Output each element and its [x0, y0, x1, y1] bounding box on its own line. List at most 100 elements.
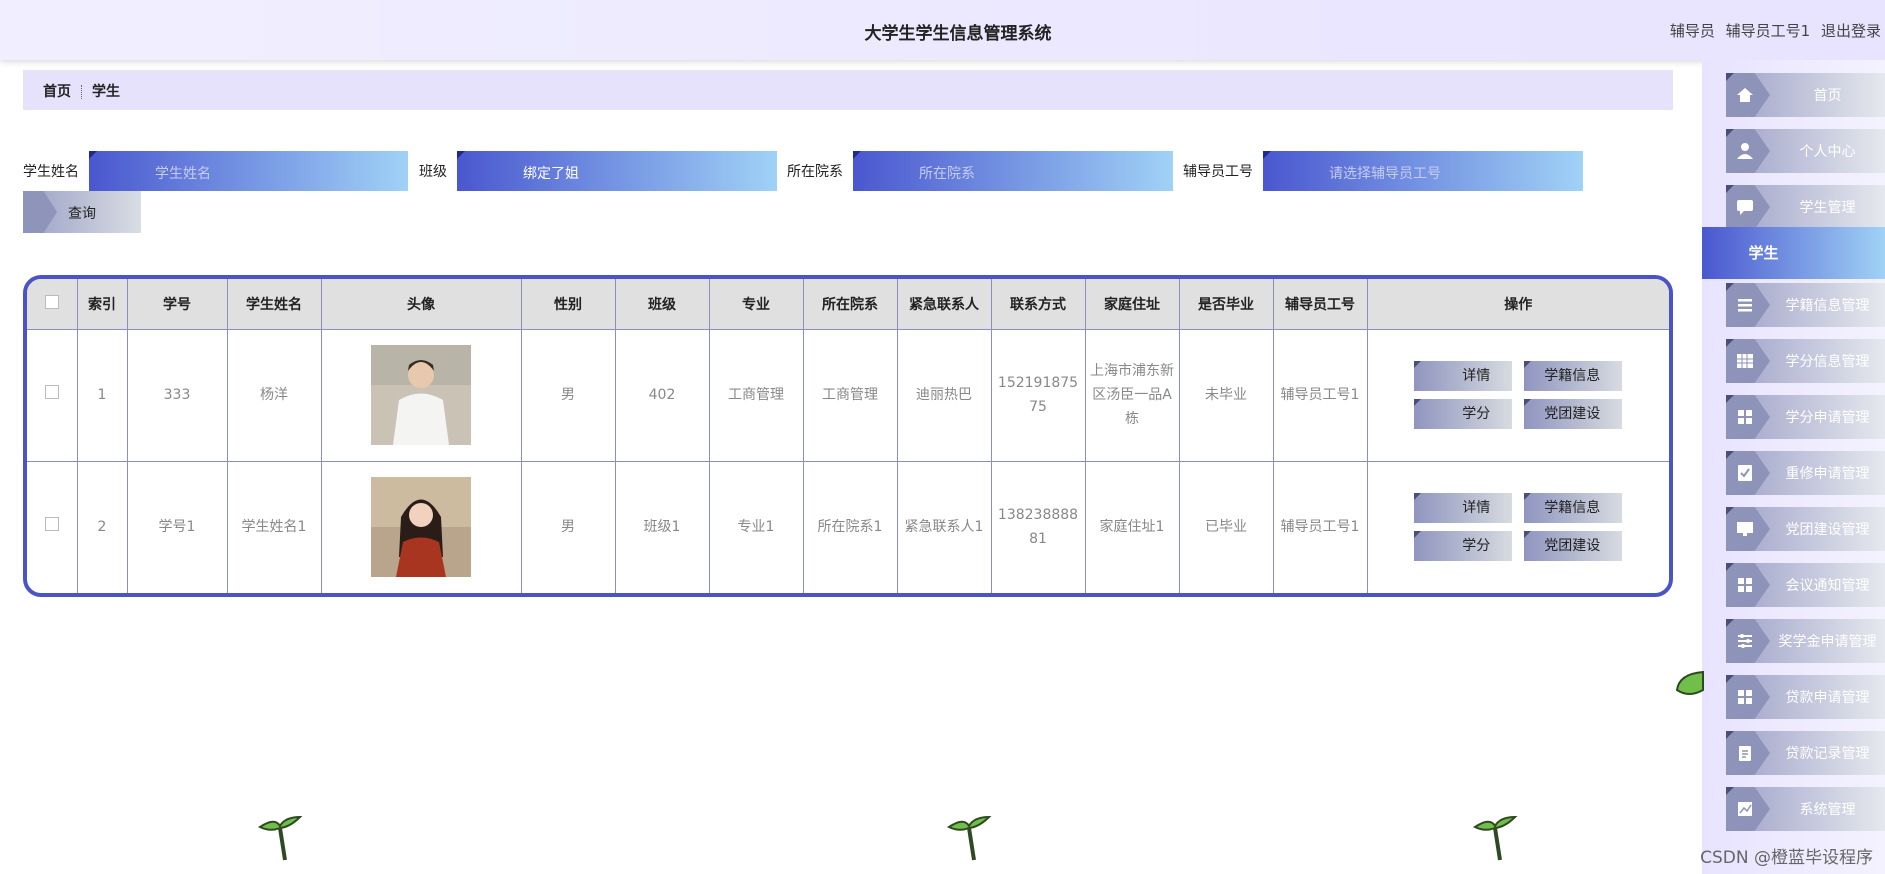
column-header: 操作 — [1367, 279, 1669, 330]
party-building-button[interactable]: 党团建设 — [1524, 531, 1623, 562]
status-info-button[interactable]: 学籍信息 — [1524, 361, 1623, 391]
column-header: 性别 — [521, 279, 616, 330]
counselor-select[interactable]: 请选择辅导员工号 — [1263, 151, 1583, 191]
column-header: 紧急联系人 — [897, 279, 992, 330]
sidebar-item[interactable]: 学分信息管理 — [1726, 339, 1885, 383]
sidebar-item[interactable]: 首页 — [1726, 73, 1885, 117]
sidebar-item-label: 党团建设管理 — [1785, 522, 1870, 538]
detail-button[interactable]: 详情 — [1414, 493, 1513, 524]
cell-student-no: 学号1 — [127, 461, 228, 593]
column-header: 学生姓名 — [227, 279, 322, 330]
cell-major: 专业1 — [709, 461, 804, 593]
detail-button[interactable]: 详情 — [1414, 361, 1513, 391]
table-row: 1 333 杨洋 男 402 工商管理 工商管理 迪丽热巴 1521918757… — [27, 329, 1669, 462]
clipboard-icon — [1739, 746, 1751, 761]
cell-student-name: 学生姓名1 — [227, 461, 322, 593]
student-name-field: 学生姓名 学生姓名 — [23, 151, 408, 191]
query-label: 查询 — [68, 206, 96, 222]
cell-class: 班级1 — [615, 461, 710, 593]
cell-actions: 详情 学籍信息 学分 党团建设 — [1367, 461, 1669, 593]
sidebar-item-label: 学生管理 — [1799, 200, 1856, 216]
cell-counselor: 辅导员工号1 — [1273, 461, 1368, 593]
column-header: 索引 — [77, 279, 128, 330]
cell-student-name: 杨洋 — [227, 329, 322, 462]
student-name-input[interactable]: 学生姓名 — [89, 151, 408, 191]
sidebar-item-label: 贷款申请管理 — [1785, 690, 1870, 706]
sidebar-item-label: 奖学金申请管理 — [1778, 634, 1877, 650]
column-header: 头像 — [321, 279, 522, 330]
breadcrumb-current: 学生 — [92, 84, 120, 100]
cell-address: 上海市浦东新区汤臣一品A栋 — [1085, 329, 1180, 462]
user-info: 辅导员 辅导员工号1 退出登录 — [1664, 20, 1881, 41]
watermark: CSDN @橙蓝毕设程序 — [1700, 848, 1873, 868]
cell-gender: 男 — [521, 329, 616, 462]
user-icon — [1737, 143, 1753, 159]
sidebar-item[interactable]: 奖学金申请管理 — [1726, 619, 1885, 663]
column-header: 学号 — [127, 279, 228, 330]
top-bar: 大学生学生信息管理系统 辅导员 辅导员工号1 退出登录 — [0, 0, 1885, 60]
monitor-icon — [1737, 522, 1753, 536]
breadcrumb-home[interactable]: 首页 — [43, 84, 71, 100]
row-select-cell — [27, 329, 78, 462]
party-building-button[interactable]: 党团建设 — [1524, 399, 1623, 429]
cell-college: 工商管理 — [803, 329, 898, 462]
propeller-decoration — [258, 815, 303, 861]
sidebar-item[interactable]: 系统管理 — [1726, 787, 1885, 831]
cell-major: 工商管理 — [709, 329, 804, 462]
class-input[interactable]: 绑定了姐 — [457, 151, 777, 191]
sidebar-item[interactable]: 贷款申请管理 — [1726, 675, 1885, 719]
cell-avatar — [321, 461, 522, 593]
sidebar-item[interactable]: 学籍信息管理 — [1726, 283, 1885, 327]
status-info-button[interactable]: 学籍信息 — [1524, 493, 1623, 524]
credit-button[interactable]: 学分 — [1414, 399, 1513, 429]
student-name-label: 学生姓名 — [23, 164, 79, 180]
cell-actions: 详情 学籍信息 学分 党团建设 — [1367, 329, 1669, 462]
sidebar-item-active[interactable]: 学生 — [1702, 227, 1885, 279]
class-label: 班级 — [419, 164, 447, 180]
apps-icon — [1738, 578, 1752, 592]
select-all-checkbox[interactable] — [44, 294, 59, 309]
sidebar-item[interactable]: 学生管理 — [1726, 185, 1885, 229]
breadcrumb-separator — [81, 85, 82, 99]
user-name: 辅导员工号1 — [1725, 22, 1811, 40]
sidebar-item-label: 学分申请管理 — [1785, 410, 1870, 426]
sidebar-item[interactable]: 个人中心 — [1726, 129, 1885, 173]
apps-icon — [1738, 690, 1752, 704]
college-input[interactable]: 所在院系 — [853, 151, 1173, 191]
row-checkbox[interactable] — [44, 385, 59, 399]
app-title: 大学生学生信息管理系统 — [864, 24, 1052, 44]
sidebar-item-label: 首页 — [1813, 88, 1842, 104]
column-header: 辅导员工号 — [1273, 279, 1368, 330]
column-header: 是否毕业 — [1179, 279, 1274, 330]
check-icon — [1738, 465, 1752, 481]
sidebar-item[interactable]: 党团建设管理 — [1726, 507, 1885, 551]
column-header: 班级 — [615, 279, 710, 330]
avatar — [371, 345, 471, 445]
select-all-header — [27, 279, 78, 330]
apps-icon — [1738, 410, 1752, 424]
sidebar-item[interactable]: 重修申请管理 — [1726, 451, 1885, 495]
sidebar-item[interactable]: 会议通知管理 — [1726, 563, 1885, 607]
avatar — [371, 477, 471, 578]
propeller-decoration — [1473, 815, 1518, 861]
sidebar-item-label: 学分信息管理 — [1785, 354, 1870, 370]
cell-counselor: 辅导员工号1 — [1273, 329, 1368, 462]
leaf-decoration — [1675, 670, 1704, 695]
query-button[interactable]: 查询 — [23, 191, 141, 233]
class-field: 班级 绑定了姐 — [419, 151, 777, 191]
cell-graduated: 未毕业 — [1179, 329, 1274, 462]
credit-button[interactable]: 学分 — [1414, 531, 1513, 562]
cell-index: 2 — [77, 461, 128, 593]
home-icon — [1737, 88, 1753, 102]
sidebar-item[interactable]: 学分申请管理 — [1726, 395, 1885, 439]
column-header: 家庭住址 — [1085, 279, 1180, 330]
breadcrumb: 首页 学生 — [23, 70, 1673, 110]
sidebar-item[interactable]: 贷款记录管理 — [1726, 731, 1885, 775]
chat-icon — [1737, 200, 1753, 215]
cell-address: 家庭住址1 — [1085, 461, 1180, 593]
cell-graduated: 已毕业 — [1179, 461, 1274, 593]
cell-phone: 15219187575 — [991, 329, 1086, 462]
logout-link[interactable]: 退出登录 — [1821, 22, 1881, 40]
row-checkbox[interactable] — [44, 517, 59, 532]
cell-emergency-contact: 紧急联系人1 — [897, 461, 992, 593]
